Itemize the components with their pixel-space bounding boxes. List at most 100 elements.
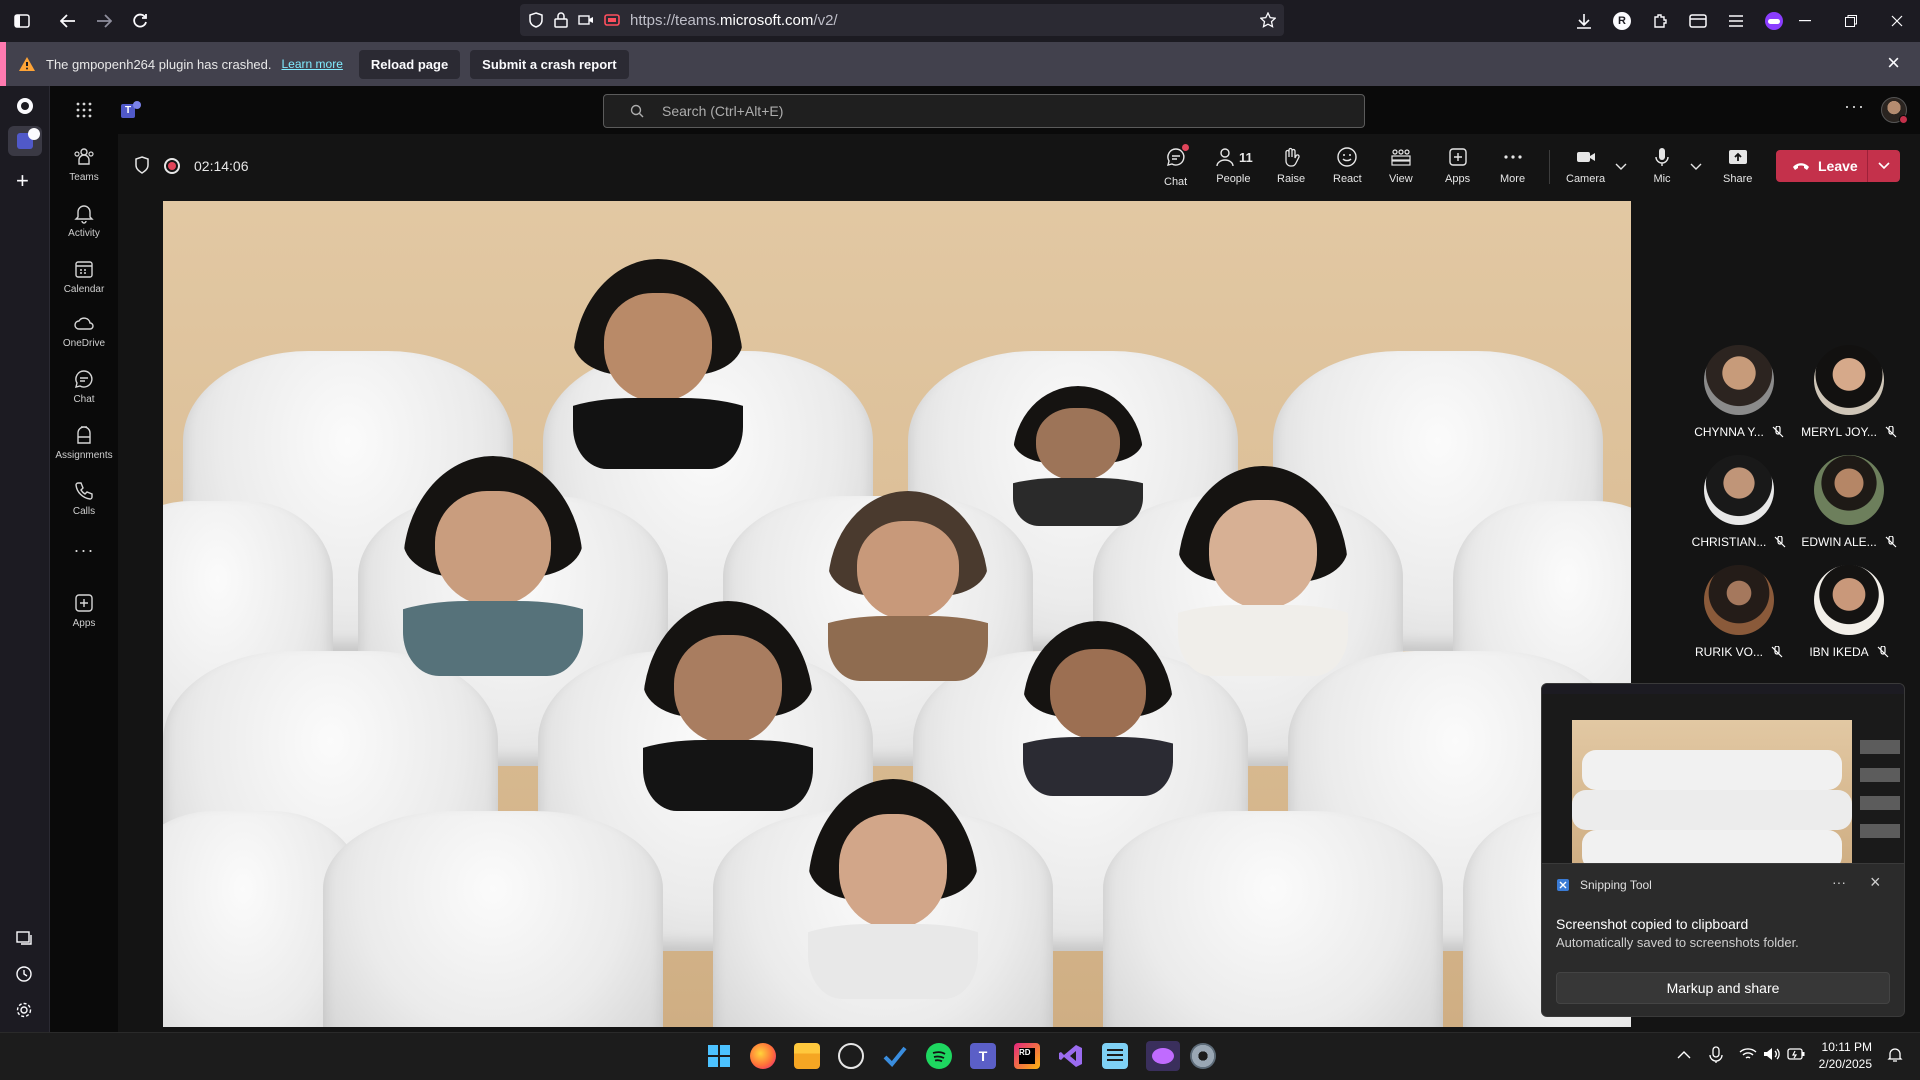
obs-icon[interactable] bbox=[838, 1043, 864, 1069]
participant-tile[interactable]: CHRISTIAN... bbox=[1684, 455, 1794, 549]
chevron-up-icon[interactable] bbox=[1677, 1050, 1691, 1060]
participant-tile[interactable]: EDWIN ALE... bbox=[1794, 455, 1904, 549]
sidebar-app-icon[interactable] bbox=[17, 98, 33, 114]
lock-icon[interactable] bbox=[554, 12, 568, 28]
todo-check-icon[interactable] bbox=[882, 1043, 908, 1069]
react-button[interactable]: React bbox=[1333, 146, 1362, 185]
back-icon[interactable] bbox=[50, 3, 86, 39]
add-panel-icon[interactable]: + bbox=[16, 168, 29, 194]
mic-options-chevron-icon[interactable] bbox=[1690, 163, 1702, 171]
learn-more-link[interactable]: Learn more bbox=[282, 57, 343, 71]
teams-logo-icon: T bbox=[121, 101, 141, 119]
start-windows-icon[interactable] bbox=[706, 1043, 732, 1069]
participant-video bbox=[1023, 621, 1173, 796]
settings-gear-icon[interactable] bbox=[1190, 1043, 1216, 1069]
forward-icon[interactable] bbox=[86, 3, 122, 39]
more-options-icon[interactable]: ··· bbox=[1844, 96, 1865, 117]
camera-options-chevron-icon[interactable] bbox=[1615, 163, 1627, 171]
teams-app-icon[interactable]: T bbox=[970, 1043, 996, 1069]
rail-item-teams[interactable]: Teams bbox=[50, 146, 118, 183]
private-browser-icon[interactable] bbox=[1146, 1041, 1180, 1071]
submit-crash-report-button[interactable]: Submit a crash report bbox=[470, 49, 629, 79]
rail-item-chat[interactable]: Chat bbox=[50, 368, 118, 405]
sidebar-toggle-icon[interactable] bbox=[4, 3, 40, 39]
extensions-icon[interactable] bbox=[1642, 3, 1678, 39]
view-button[interactable]: View bbox=[1389, 146, 1413, 185]
notification-bell-icon[interactable] bbox=[1887, 1047, 1903, 1063]
firefox-icon[interactable] bbox=[750, 1043, 776, 1069]
participant-tile[interactable]: IBN IKEDA bbox=[1794, 565, 1904, 659]
teams-tab-icon[interactable] bbox=[8, 126, 42, 156]
leave-button[interactable]: Leave bbox=[1776, 150, 1900, 182]
rail-item-onedrive[interactable]: OneDrive bbox=[50, 312, 118, 349]
system-clock[interactable]: 10:11 PM 2/20/2025 bbox=[1819, 1039, 1872, 1073]
recording-icon bbox=[164, 158, 180, 174]
participant-tile[interactable]: MERYL JOY... bbox=[1794, 345, 1904, 439]
minimize-icon[interactable] bbox=[1782, 0, 1828, 42]
bookmark-star-icon[interactable] bbox=[1260, 12, 1276, 28]
participant-tile[interactable]: CHYNNA Y... bbox=[1684, 345, 1794, 439]
rail-more-icon[interactable]: ··· bbox=[50, 540, 118, 561]
battery-icon[interactable] bbox=[1787, 1048, 1805, 1060]
shield-icon[interactable] bbox=[528, 12, 544, 28]
wifi-icon[interactable] bbox=[1739, 1047, 1757, 1061]
rail-item-calendar[interactable]: Calendar bbox=[50, 258, 118, 295]
markup-and-share-button[interactable]: Markup and share bbox=[1556, 972, 1890, 1004]
clock-icon[interactable] bbox=[16, 966, 32, 982]
address-bar[interactable]: https://teams.microsoft.com/v2/ bbox=[520, 4, 1284, 36]
tab-manager-icon[interactable] bbox=[1680, 3, 1716, 39]
file-explorer-icon[interactable] bbox=[794, 1043, 820, 1069]
raise-hand-button[interactable]: Raise bbox=[1277, 146, 1305, 185]
shield-icon[interactable] bbox=[134, 156, 150, 174]
notification-app-name: Snipping Tool bbox=[1580, 878, 1652, 892]
rail-item-activity[interactable]: Activity bbox=[50, 202, 118, 239]
notification-more-icon[interactable]: ··· bbox=[1832, 874, 1846, 890]
more-button[interactable]: More bbox=[1500, 146, 1525, 185]
view-label: View bbox=[1389, 173, 1413, 185]
participant-video bbox=[808, 779, 978, 999]
apps-button[interactable]: Apps bbox=[1445, 146, 1470, 185]
user-avatar[interactable] bbox=[1881, 97, 1908, 124]
sidebar-history-icon[interactable] bbox=[16, 930, 32, 946]
camera-button[interactable]: Camera bbox=[1566, 146, 1605, 185]
camera-active-icon[interactable] bbox=[604, 13, 620, 27]
chat-button[interactable]: Chat bbox=[1164, 144, 1189, 188]
screenshot-preview[interactable] bbox=[1541, 683, 1905, 865]
rail-item-assignments[interactable]: Assignments bbox=[50, 424, 118, 461]
settings-gear-icon[interactable] bbox=[16, 1002, 32, 1018]
camera-icon bbox=[1576, 152, 1595, 162]
menu-icon[interactable] bbox=[1718, 3, 1754, 39]
participant-tile[interactable]: RURIK VO... bbox=[1684, 565, 1794, 659]
download-icon[interactable] bbox=[1566, 3, 1602, 39]
notification-subtitle: Automatically saved to screenshots folde… bbox=[1556, 935, 1799, 950]
more-label: More bbox=[1500, 173, 1526, 185]
app-launcher-icon[interactable] bbox=[76, 102, 92, 118]
bell-icon bbox=[74, 205, 94, 224]
people-button[interactable]: 11 People bbox=[1214, 146, 1253, 185]
together-mode-scene bbox=[163, 201, 1631, 1027]
share-button[interactable]: Share bbox=[1723, 146, 1752, 185]
mic-button[interactable]: Mic bbox=[1651, 146, 1673, 185]
visual-studio-icon[interactable] bbox=[1058, 1043, 1084, 1069]
rider-icon[interactable]: RD bbox=[1014, 1043, 1040, 1069]
participant-video bbox=[1013, 386, 1143, 526]
rail-item-calls[interactable]: Calls bbox=[50, 480, 118, 517]
close-icon[interactable]: × bbox=[1870, 872, 1881, 893]
profile-avatar[interactable]: R bbox=[1604, 3, 1640, 39]
permissions-icon[interactable] bbox=[578, 13, 594, 27]
reload-page-button[interactable]: Reload page bbox=[358, 49, 461, 79]
restore-icon[interactable] bbox=[1828, 0, 1874, 42]
spotify-icon[interactable] bbox=[926, 1043, 952, 1069]
people-icon bbox=[1216, 148, 1234, 167]
crash-message: The gmpopenh264 plugin has crashed. bbox=[46, 56, 272, 72]
leave-options-chevron-icon[interactable] bbox=[1878, 162, 1890, 170]
notepad-icon[interactable] bbox=[1102, 1043, 1128, 1069]
search-input[interactable]: Search (Ctrl+Alt+E) bbox=[603, 94, 1365, 128]
microphone-tray-icon[interactable] bbox=[1709, 1046, 1723, 1064]
url-text[interactable]: https://teams.microsoft.com/v2/ bbox=[630, 12, 838, 29]
speaker-icon[interactable] bbox=[1763, 1047, 1781, 1061]
close-icon[interactable]: × bbox=[1887, 52, 1900, 74]
close-window-icon[interactable] bbox=[1874, 0, 1920, 42]
reload-icon[interactable] bbox=[122, 3, 158, 39]
rail-item-apps[interactable]: Apps bbox=[50, 592, 118, 629]
